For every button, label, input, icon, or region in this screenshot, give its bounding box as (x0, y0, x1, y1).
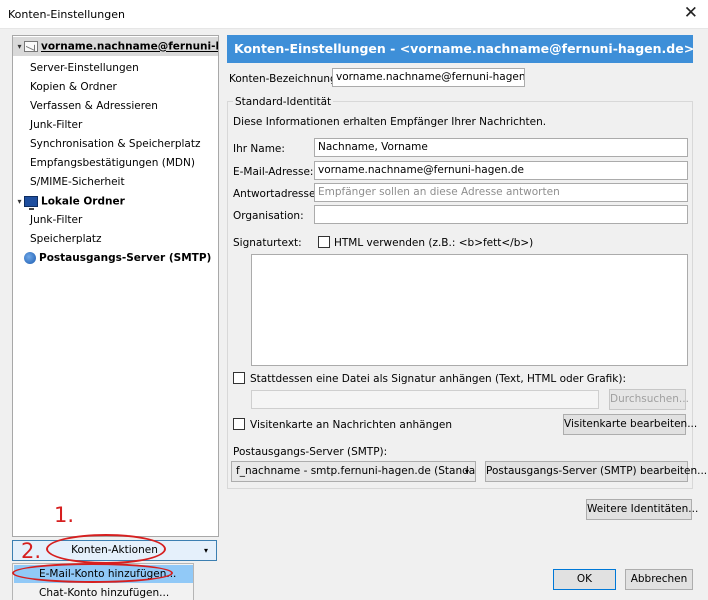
cancel-button[interactable]: Abbrechen (625, 569, 693, 590)
smtp-server-value: f_nachname - smtp.fernuni-hagen.de (Stan… (236, 465, 476, 477)
tree-item-smime[interactable]: S/MIME-Sicherheit (13, 173, 218, 192)
tree-item-smtp-label: Postausgangs-Server (SMTP) (39, 252, 212, 264)
html-checkbox-label: HTML verwenden (z.B.: <b>fett</b>) (334, 237, 534, 249)
tree-item-copies-folders[interactable]: Kopien & Ordner (13, 78, 218, 97)
organisation-label: Organisation: (233, 210, 304, 222)
close-icon[interactable]: ✕ (684, 3, 698, 23)
tree-item-server-settings[interactable]: Server-Einstellungen (13, 59, 218, 78)
ok-button[interactable]: OK (553, 569, 616, 590)
dropdown-arrow-icon: ▾ (203, 546, 208, 555)
signature-textarea[interactable] (251, 254, 688, 366)
tree-item-receipts[interactable]: Empfangsbestätigungen (MDN) (13, 154, 218, 173)
signature-label: Signaturtext: (233, 237, 302, 249)
tree-item-account[interactable]: ▾ vorname.nachname@fernuni-hag... (13, 37, 218, 56)
attach-signature-checkbox[interactable] (233, 372, 245, 384)
menu-item-add-chat-account[interactable]: Chat-Konto hinzufügen... (14, 584, 193, 600)
vcard-label: Visitenkarte an Nachrichten anhängen (250, 419, 453, 431)
tree-item-local-folders-label: Lokale Ordner (41, 195, 125, 208)
tree-item-local-storage[interactable]: Speicherplatz (13, 230, 218, 249)
signature-file-input[interactable] (251, 390, 599, 409)
identity-legend: Standard-Identität (233, 96, 334, 108)
html-checkbox[interactable] (318, 236, 330, 248)
annotation-step-1: 1. (54, 503, 75, 527)
smtp-server-icon (24, 252, 36, 264)
organisation-input[interactable] (314, 205, 688, 224)
smtp-server-label: Postausgangs-Server (SMTP): (233, 446, 388, 458)
account-name-label: Konten-Bezeichnung: (229, 73, 341, 85)
tree-item-sync-storage[interactable]: Synchronisation & Speicherplatz (13, 135, 218, 154)
tree-item-smtp[interactable]: Postausgangs-Server (SMTP) (13, 249, 218, 268)
edit-smtp-server-button[interactable]: Postausgangs-Server (SMTP) bearbeiten... (485, 461, 707, 482)
vcard-checkbox[interactable] (233, 418, 245, 430)
tree-item-local-junk-filter[interactable]: Junk-Filter (13, 211, 218, 230)
more-identities-button[interactable]: Weitere Identitäten... (586, 499, 698, 520)
computer-icon (24, 196, 38, 210)
tree-item-account-label: vorname.nachname@fernuni-hag... (41, 40, 218, 53)
account-settings-dialog: ▾ vorname.nachname@fernuni-hag... Server-… (0, 28, 708, 600)
reply-to-label: Antwortadresse: (233, 188, 319, 200)
expand-chevron-icon[interactable]: ▾ (15, 192, 24, 211)
account-name-input[interactable]: vorname.nachname@fernuni-hagen.de (332, 68, 525, 87)
annotation-step-2: 2. (21, 539, 42, 563)
envelope-icon (24, 41, 38, 52)
expand-chevron-icon[interactable]: ▾ (15, 37, 24, 56)
tree-item-local-folders[interactable]: ▾ Lokale Ordner (13, 192, 218, 211)
smtp-server-select[interactable]: f_nachname - smtp.fernuni-hagen.de (Stan… (231, 461, 476, 482)
title-bar: Konten-Einstellungen ✕ (0, 0, 708, 28)
chevron-down-icon: ▾ (464, 467, 469, 476)
tree-item-composition[interactable]: Verfassen & Adressieren (13, 97, 218, 116)
name-input[interactable]: Nachname, Vorname (314, 138, 688, 157)
reply-to-input[interactable]: Empfänger sollen an diese Adresse antwor… (314, 183, 688, 202)
browse-button[interactable]: Durchsuchen... (609, 389, 689, 410)
tree-item-junk-filter[interactable]: Junk-Filter (13, 116, 218, 135)
email-input[interactable]: vorname.nachname@fernuni-hagen.de (314, 161, 688, 180)
panel-header: Konten-Einstellungen - <vorname.nachname… (227, 35, 693, 63)
window-title: Konten-Einstellungen (8, 8, 125, 21)
identity-info-text: Diese Informationen erhalten Empfänger I… (233, 116, 547, 128)
name-label: Ihr Name: (233, 143, 285, 155)
attach-signature-label: Stattdessen eine Datei als Signatur anhä… (250, 373, 627, 385)
annotation-circle-actions (46, 534, 166, 564)
annotation-circle-add-mail (12, 563, 173, 583)
email-label: E-Mail-Adresse: (233, 166, 314, 178)
edit-vcard-button[interactable]: Visitenkarte bearbeiten... (563, 414, 697, 435)
account-tree[interactable]: ▾ vorname.nachname@fernuni-hag... Server-… (12, 35, 219, 537)
